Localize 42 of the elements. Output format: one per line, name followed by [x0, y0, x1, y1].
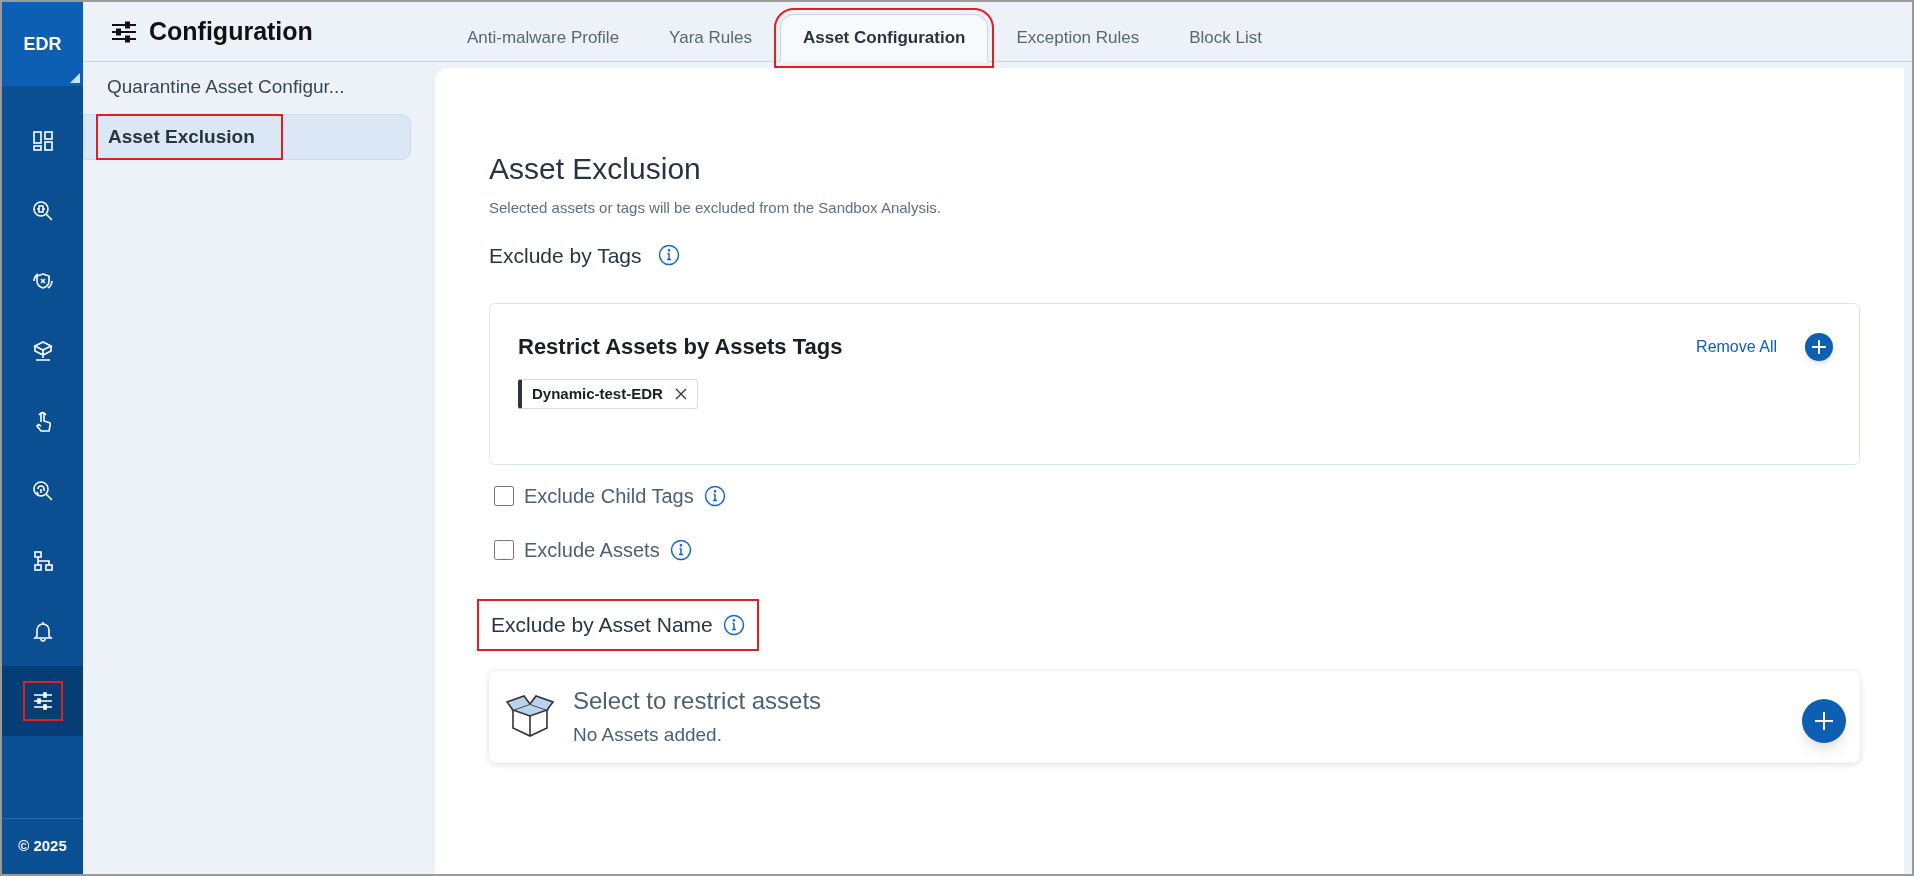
tab[interactable]: Exception Rules	[994, 14, 1162, 62]
add-asset-button[interactable]	[1802, 698, 1846, 743]
section-title: Asset Exclusion	[489, 151, 702, 187]
card-title: Restrict Assets by Assets Tags	[518, 333, 843, 361]
card-title: Select to restrict assets	[573, 686, 822, 717]
tab[interactable]: Anti-malware Profile	[445, 14, 642, 62]
tab[interactable]: Block List	[1167, 14, 1284, 62]
remove-all-link[interactable]: Remove All	[1696, 334, 1777, 359]
info-icon	[669, 539, 692, 561]
add-tag-button[interactable]	[1805, 332, 1833, 361]
box-icon	[505, 693, 555, 740]
sidebar-item[interactable]: Asset Exclusion	[96, 114, 283, 160]
checkbox[interactable]	[494, 540, 514, 560]
product-logo[interactable]: EDR	[2, 2, 83, 86]
sliders-icon	[111, 20, 137, 43]
info-icon	[657, 244, 680, 267]
section-heading: Exclude by Tags	[489, 242, 642, 269]
plus-icon	[1814, 710, 1834, 731]
section-description: Selected assets or tags will be excluded from the Sandbox Analysis.	[489, 198, 942, 218]
info-icon	[722, 613, 745, 636]
checkbox[interactable]	[494, 486, 514, 506]
network-icon	[31, 340, 54, 362]
bell-icon	[31, 620, 54, 642]
sliders-icon	[31, 690, 54, 712]
nav-item[interactable]	[2, 666, 83, 736]
info-icon	[703, 485, 726, 507]
tag-label: Dynamic-test-EDR	[532, 383, 663, 404]
fingerprint-search-icon	[31, 480, 54, 502]
hierarchy-icon	[31, 550, 54, 572]
sidebar-item[interactable]: Quarantine Asset Configur...	[95, 64, 357, 110]
page-title: Configuration	[149, 15, 313, 47]
checkbox-label: Exclude Assets	[524, 538, 660, 563]
plus-icon	[1811, 338, 1827, 355]
close-icon[interactable]	[674, 388, 687, 400]
checkbox-label: Exclude Child Tags	[524, 484, 694, 509]
dashboard-icon	[31, 130, 54, 152]
bug-search-icon	[31, 200, 54, 222]
empty-message: No Assets added.	[573, 723, 723, 748]
section-heading: Exclude by Asset Name	[491, 612, 713, 638]
shield-icon	[31, 270, 54, 292]
copyright-text: © 2025	[2, 818, 83, 874]
tab[interactable]: Yara Rules	[647, 14, 774, 62]
